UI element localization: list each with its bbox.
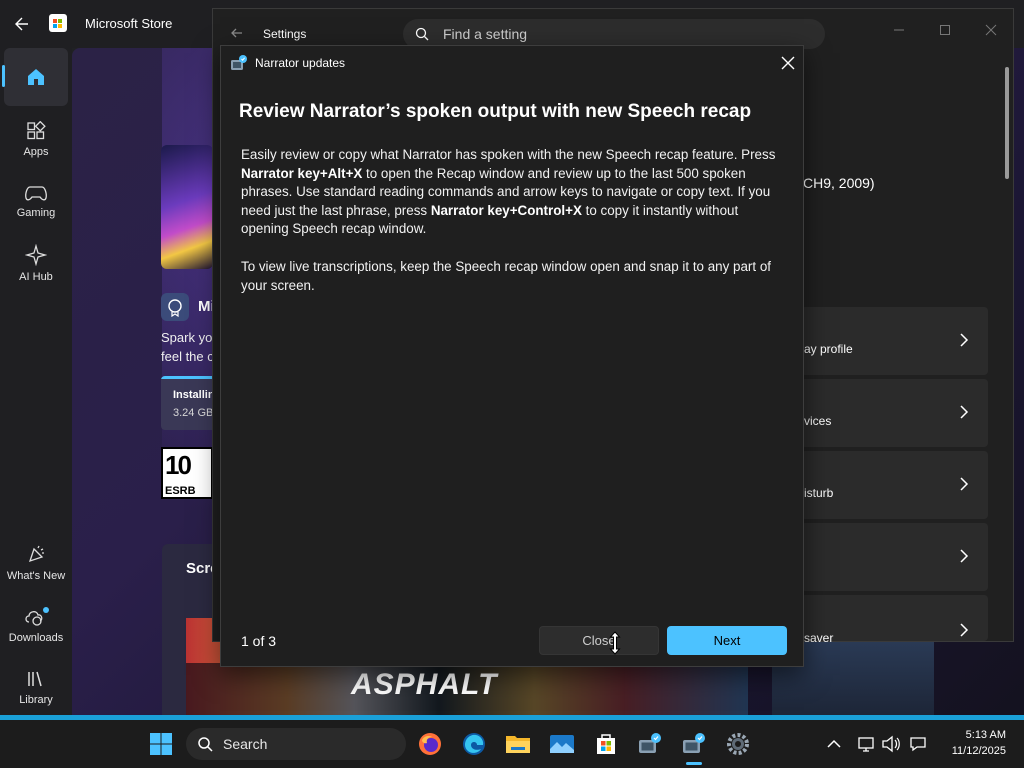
chevron-right-icon [960,477,969,491]
settings-row-label: isturb [804,486,834,500]
chevron-right-icon [960,549,969,563]
search-icon [197,736,213,752]
settings-row[interactable]: vices [801,379,988,447]
narrator-active-icon[interactable] [678,728,710,760]
nav-apps-label: Apps [23,145,49,158]
gamepad-icon [25,185,47,200]
esrb-rating: 10 [165,450,192,480]
nav-whats-new-label: What's New [6,569,66,582]
nav-home[interactable] [2,48,68,106]
dialog-paragraph: To view live transcriptions, keep the Sp… [241,259,771,293]
settings-row-label: ay profile [804,342,853,356]
nav-whats-new[interactable]: What's New [4,534,68,592]
nav-downloads[interactable]: Downloads [4,596,68,654]
search-icon [415,27,429,41]
settings-row[interactable] [801,523,988,591]
tray-date[interactable]: 11/12/2025 [944,745,1006,757]
settings-gear-icon[interactable] [722,728,754,760]
esrb-label: ESRB [165,485,196,497]
notification-icon[interactable] [902,728,934,760]
shortcut-text: Narrator key+Control+X [430,202,582,218]
page-indicator: 1 of 3 [241,633,277,649]
store-back-button[interactable] [10,12,36,36]
microsoft-store-icon[interactable] [590,728,622,760]
photos-icon[interactable] [546,728,578,760]
settings-row-label: vices [804,414,832,428]
nav-gaming[interactable]: Gaming [4,172,68,230]
store-logo-icon [49,14,67,32]
game-cover-image[interactable] [161,145,213,269]
maximize-button[interactable] [925,15,965,45]
ai-hub-icon [25,243,47,266]
nav-downloads-label: Downloads [8,631,64,644]
taskbar-search-label: Search [223,736,268,752]
dialog-paragraph: Easily review or copy what Narrator has … [241,146,789,239]
device-info-text: CH9, 2009) [803,175,875,191]
chevron-up-icon[interactable] [818,728,850,760]
settings-row-label: saver [804,631,834,645]
dialog-close-x-button[interactable] [773,50,803,76]
store-nav-rail: Apps Gaming AI Hub What's New Downloads … [0,48,72,720]
settings-row[interactable]: ay profile [801,307,988,375]
next-button[interactable]: Next [667,626,787,655]
close-button[interactable]: Close [539,626,659,655]
settings-back-button[interactable] [229,25,245,41]
shortcut-text: Narrator key+Alt+X [241,165,363,181]
store-title: Microsoft Store [85,16,173,31]
edge-icon[interactable] [458,728,490,760]
settings-row[interactable]: isturb [801,451,988,519]
nav-library[interactable]: Library [4,658,68,716]
chevron-right-icon [960,333,969,347]
nav-ai-hub[interactable]: AI Hub [4,234,68,292]
nav-gaming-label: Gaming [16,206,56,219]
game-badge-icon [161,293,189,321]
tray-time[interactable]: 5:13 AM [944,729,1006,741]
settings-row[interactable]: saver [801,595,988,645]
install-size: 3.24 GB [173,407,214,419]
minimize-button[interactable] [879,15,919,45]
settings-scrollbar[interactable] [1005,67,1009,179]
library-icon [28,671,42,686]
narrator-icon[interactable] [634,728,666,760]
apps-icon [27,120,46,139]
esrb-rating-badge: 10 ESRB [161,447,213,499]
downloads-icon [25,606,49,626]
whats-new-icon [28,545,44,562]
file-explorer-icon[interactable] [502,728,534,760]
nav-ai-hub-label: AI Hub [19,270,53,283]
paragraph-text: Easily review or copy what Narrator has … [241,147,776,162]
windows-start-icon[interactable] [145,728,177,760]
firefox-icon[interactable] [414,728,446,760]
taskbar-search-box[interactable]: Search [186,728,406,760]
active-app-indicator [686,762,702,765]
dialog-caption: Narrator updates [255,56,346,70]
chevron-right-icon [960,623,969,637]
settings-title: Settings [263,27,307,41]
narrator-updates-dialog: Narrator updates Review Narrator’s spoke… [220,45,804,667]
home-icon [28,69,44,85]
resize-cursor-icon [609,631,621,655]
chevron-right-icon [960,405,969,419]
nav-apps[interactable]: Apps [4,110,68,168]
screenshot-logo: ASPHALT [351,668,498,701]
window-close-button[interactable] [971,15,1011,45]
nav-library-label: Library [19,693,53,706]
taskbar: Search 5:13 AM 11/12/2025 [0,720,1024,768]
dialog-heading: Review Narrator’s spoken output with new… [239,101,752,122]
narrator-icon [230,54,248,72]
